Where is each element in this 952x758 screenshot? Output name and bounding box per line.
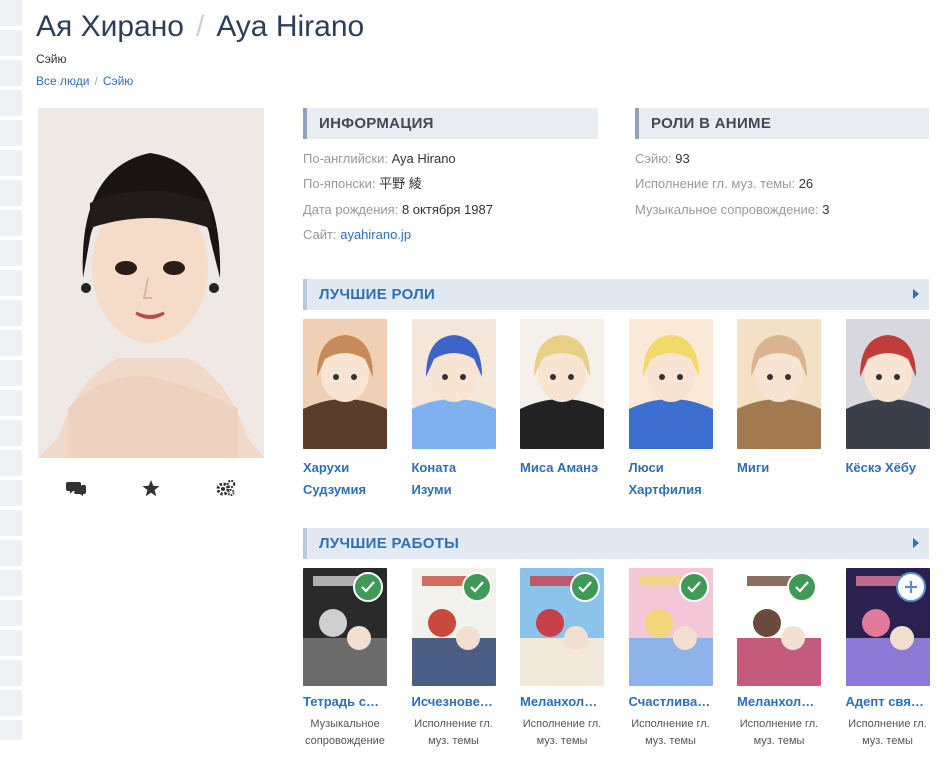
character-image[interactable] [845,319,930,449]
roles-value: 26 [798,176,814,192]
work-card[interactable]: Адепт священного Исполнение гл. муз. темы [845,568,930,750]
roles-row-seiyu: Сэйю: 93 [635,146,829,171]
info-value: Aya Hirano [391,151,456,166]
site-link[interactable]: ayahirano.jp [340,227,411,242]
work-card[interactable]: Тетрадь смерти Музыкальное сопровождение [303,568,387,750]
work-role: Исполнение гл. муз. темы [522,718,602,747]
character-image[interactable] [303,319,387,449]
role-card[interactable]: Харухи Судзумия [303,319,387,501]
work-role: Исполнение гл. муз. темы [739,718,819,747]
anime-title[interactable]: Счастливая звезда [629,694,713,710]
work-card[interactable]: Меланхолия Харухи Судзумии Исполнение гл.… [737,568,821,750]
breadcrumb-separator: / [94,74,98,88]
character-name[interactable]: Кёскэ Хёбу [846,457,930,479]
info-list: По-английски: Aya Hirano По-японски: 平野 … [303,146,493,247]
roles-row-theme: Исполнение гл. муз. темы: 26 [635,171,829,196]
plus-icon[interactable] [895,572,926,602]
breadcrumb-all-people[interactable]: Все люди [36,74,89,88]
info-value: 8 октября 1987 [401,201,493,217]
roles-section-header: Роли в аниме [635,108,929,139]
person-role: Сэйю [36,52,67,66]
character-image[interactable] [628,319,713,449]
info-label: Дата рождения: [303,201,399,217]
star-icon[interactable] [136,476,166,500]
roles-value: 3 [822,201,830,217]
name-en: Aya Hirano [216,10,365,43]
character-name[interactable]: Миса Аманэ [520,457,604,479]
title-separator: / [195,10,205,43]
best-roles-title: Лучшие роли [319,286,436,303]
anime-title[interactable]: Тетрадь смерти [303,694,387,710]
breadcrumb-seiyu[interactable]: Сэйю [103,74,134,88]
person-actions [38,476,264,500]
name-ru: Ая Хирано [36,10,184,43]
comments-icon[interactable] [61,476,91,500]
info-value: 平野 綾 [379,176,422,192]
anime-poster[interactable] [628,568,713,686]
check-icon[interactable] [461,572,492,602]
best-works-header[interactable]: Лучшие работы [303,528,929,559]
work-role: Исполнение гл. муз. темы [631,718,710,747]
roles-row-music: Музыкальное сопровождение: 3 [635,197,829,222]
work-card[interactable]: Исчезновение Харухи Судзумии Исполнение г… [411,568,496,750]
work-card[interactable]: Меланхолия Харухи Судзумии Исполнение гл.… [520,568,604,750]
anime-title[interactable]: Меланхолия Харухи Судзумии [737,694,821,710]
check-icon[interactable] [353,572,383,602]
character-image[interactable] [520,319,604,449]
info-section-header: Информация [303,108,598,139]
work-role: Исполнение гл. муз. темы [414,718,493,747]
info-label: Сайт: [303,226,337,242]
anime-title[interactable]: Адепт священного [846,694,930,710]
anime-poster[interactable] [411,568,496,686]
cogs-icon[interactable] [211,476,241,500]
best-works-title: Лучшие работы [319,535,460,552]
roles-label: Исполнение гл. муз. темы: [635,176,796,192]
work-card[interactable]: Счастливая звезда Исполнение гл. муз. тем… [628,568,713,750]
caret-right-icon [913,538,919,548]
role-card[interactable]: Люси Хартфилия [628,319,713,501]
work-role: Исполнение гл. муз. темы [848,718,927,747]
info-row-birthdate: Дата рождения: 8 октября 1987 [303,197,493,222]
roles-value: 93 [675,151,690,166]
anime-poster[interactable] [520,568,604,686]
info-row-english: По-английски: Aya Hirano [303,146,493,171]
info-label: По-английски: [303,151,388,166]
work-role: Музыкальное сопровождение [305,718,385,747]
character-name[interactable]: Харухи Судзумия [303,457,387,501]
breadcrumb: Все люди / Сэйю [36,74,133,88]
character-name[interactable]: Люси Хартфилия [629,457,713,501]
person-photo [38,108,264,458]
anime-title[interactable]: Исчезновение Харухи Судзумии [412,694,496,710]
character-image[interactable] [411,319,496,449]
side-decoration-strip [0,0,22,740]
anime-poster[interactable] [303,568,387,686]
character-name[interactable]: Миги [737,457,821,479]
role-card[interactable]: Кёскэ Хёбу [845,319,930,479]
role-card[interactable]: Миса Аманэ [520,319,604,479]
check-icon[interactable] [570,572,600,602]
check-icon[interactable] [787,572,817,602]
character-image[interactable] [737,319,821,449]
page-title: Ая Хирано / Aya Hirano [36,10,364,44]
best-roles-header[interactable]: Лучшие роли [303,279,929,310]
roles-list: Сэйю: 93 Исполнение гл. муз. темы: 26 Му… [635,146,829,222]
anime-poster[interactable] [737,568,821,686]
role-card[interactable]: Миги [737,319,821,479]
caret-right-icon [913,289,919,299]
roles-label: Сэйю: [635,151,672,166]
role-card[interactable]: Коната Изуми [411,319,496,501]
info-row-site: Сайт: ayahirano.jp [303,222,493,247]
anime-title[interactable]: Меланхолия Харухи Судзумии [520,694,604,710]
check-icon[interactable] [678,572,709,602]
info-row-japanese: По-японски: 平野 綾 [303,171,493,196]
anime-poster[interactable] [845,568,930,686]
info-label: По-японски: [303,176,376,192]
roles-label: Музыкальное сопровождение: [635,201,819,217]
character-name[interactable]: Коната Изуми [412,457,496,501]
